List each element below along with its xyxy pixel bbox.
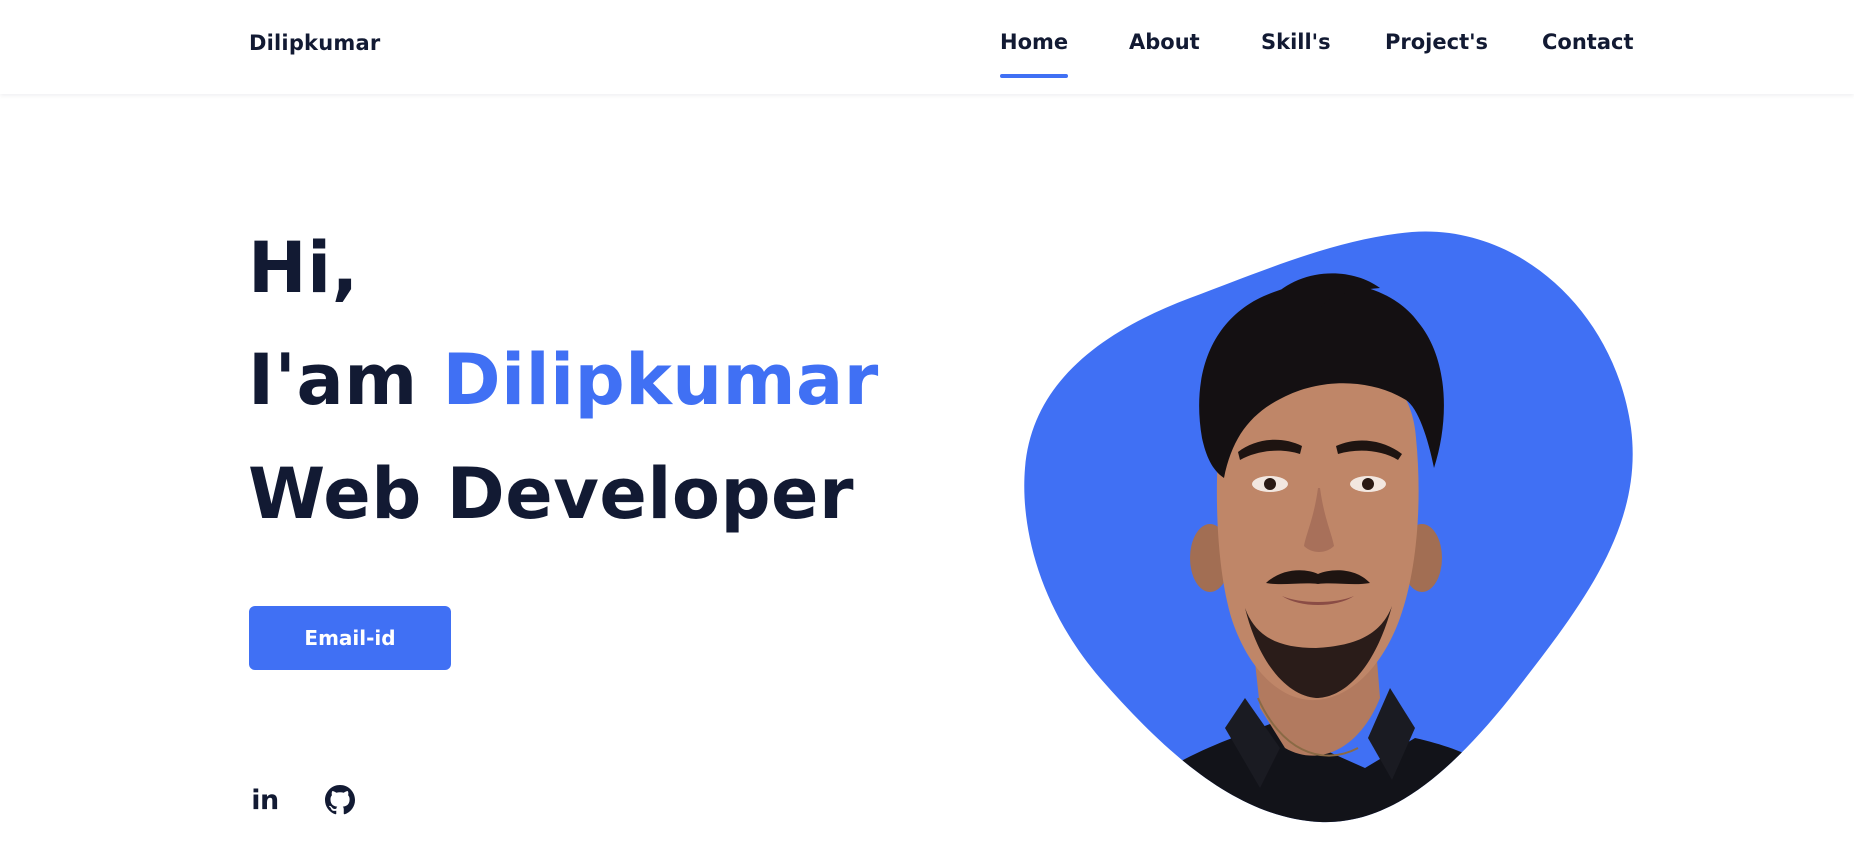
profile-image-container xyxy=(1020,228,1640,828)
nav-link-home[interactable]: Home xyxy=(1000,30,1069,78)
github-link[interactable] xyxy=(324,782,356,818)
linkedin-link[interactable]: in xyxy=(249,782,281,818)
hero-intro-line: I'am Dilipkumar xyxy=(248,345,879,415)
hero-greeting: Hi, xyxy=(248,227,359,309)
linkedin-icon: in xyxy=(251,784,279,816)
site-header: Dilipkumar Home About Skill's Project's … xyxy=(0,0,1854,94)
nav-link-contact[interactable]: Contact xyxy=(1542,30,1634,78)
nav-link-about[interactable]: About xyxy=(1129,30,1200,78)
hero-role: Web Developer xyxy=(248,453,855,535)
nav-link-skills[interactable]: Skill's xyxy=(1261,30,1331,78)
hero-name: Dilipkumar xyxy=(442,339,879,421)
profile-photo xyxy=(1024,231,1633,823)
hero-intro-prefix: I'am xyxy=(248,339,418,421)
site-logo[interactable]: Dilipkumar xyxy=(249,31,380,55)
email-button[interactable]: Email-id xyxy=(249,606,451,670)
github-icon xyxy=(325,785,355,815)
nav-link-projects[interactable]: Project's xyxy=(1385,30,1488,78)
